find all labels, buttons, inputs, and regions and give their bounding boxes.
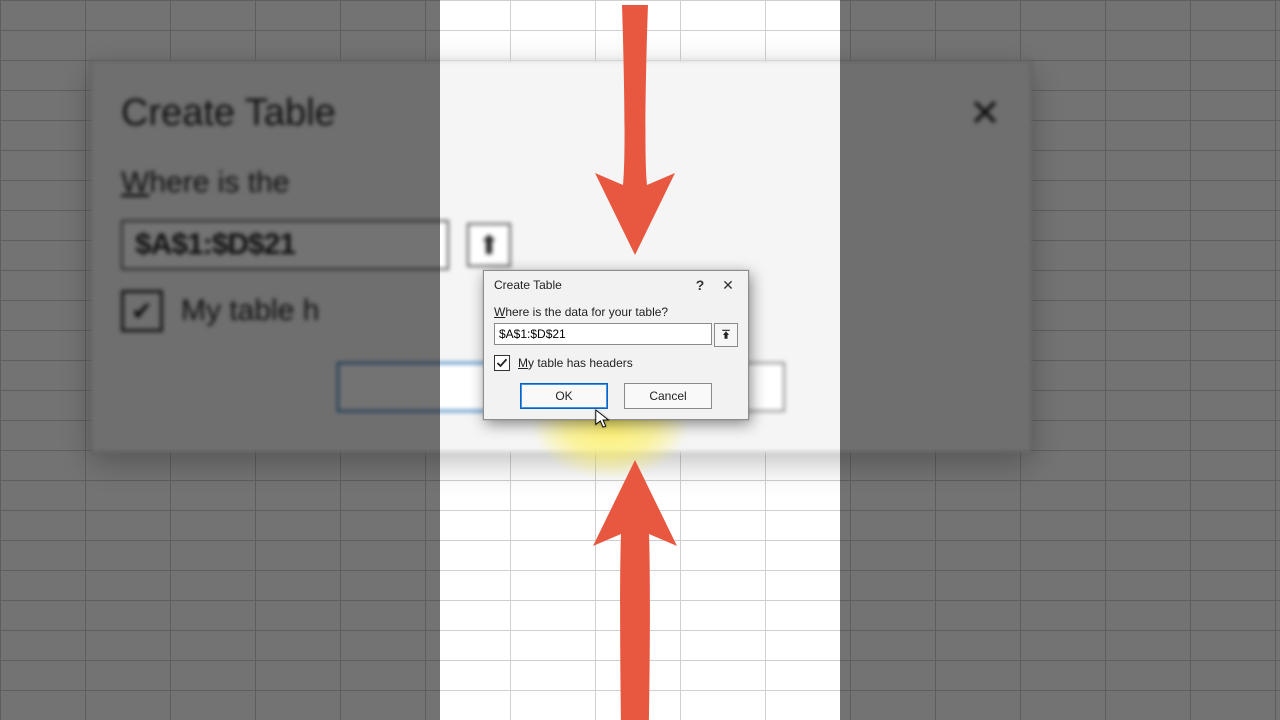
dim-overlay-right (840, 0, 1280, 720)
collapse-dialog-icon (720, 329, 732, 341)
ok-button[interactable]: OK (520, 383, 608, 409)
checkmark-icon (496, 357, 508, 369)
close-icon: ✕ (722, 277, 734, 294)
dialog-title: Create Table (494, 278, 686, 292)
range-picker-button[interactable] (714, 323, 738, 347)
help-button[interactable]: ? (686, 274, 714, 296)
range-picker-icon: ⬆ (467, 223, 511, 267)
dialog-titlebar: Create Table ? ✕ (484, 271, 748, 299)
close-button[interactable]: ✕ (714, 274, 742, 296)
dim-overlay-left (0, 0, 440, 720)
create-table-dialog: Create Table ? ✕ Where is the data for y… (483, 270, 749, 420)
dialog-prompt: Where is the data for your table? (494, 305, 738, 319)
headers-checkbox-label: My table has headers (518, 356, 633, 370)
headers-checkbox[interactable] (494, 355, 510, 371)
cancel-button[interactable]: Cancel (624, 383, 712, 409)
range-input[interactable] (494, 323, 712, 345)
